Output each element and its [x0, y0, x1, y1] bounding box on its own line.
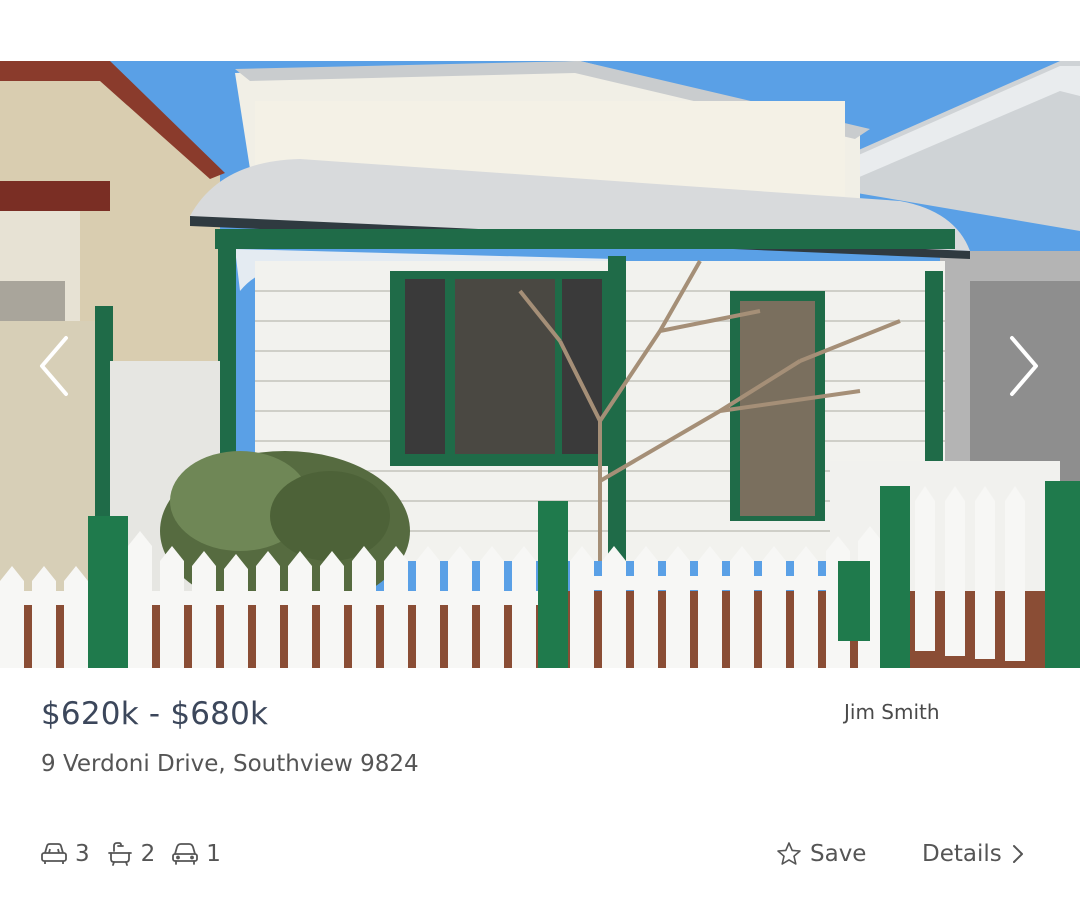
previous-photo-button[interactable]	[24, 331, 84, 401]
parking-count-value: 1	[206, 841, 221, 867]
bedroom-count: 3	[40, 841, 90, 867]
bath-icon	[107, 842, 132, 866]
bed-icon	[41, 843, 67, 864]
agent-name[interactable]: Jim Smith	[844, 700, 940, 724]
next-photo-button[interactable]	[994, 331, 1054, 401]
save-button[interactable]: Save	[776, 838, 866, 870]
property-features: 3 2 1	[40, 838, 237, 870]
bedroom-count-value: 3	[75, 841, 90, 867]
parking-count: 1	[171, 841, 221, 867]
listing-card: $620k - $680k Jim Smith 9 Verdoni Drive,…	[0, 0, 1080, 898]
chevron-right-icon	[1012, 845, 1023, 863]
bathroom-count-value: 2	[140, 841, 156, 867]
star-icon	[777, 842, 801, 865]
property-address: 9 Verdoni Drive, Southview 9824	[41, 751, 419, 777]
details-button[interactable]: Details	[922, 838, 1024, 870]
car-icon	[172, 843, 199, 865]
save-label: Save	[810, 841, 867, 867]
chevron-left-icon	[40, 336, 68, 396]
details-label: Details	[922, 841, 1002, 867]
bathroom-count: 2	[106, 841, 156, 867]
price-range: $620k - $680k	[41, 696, 269, 732]
house-photo-image	[0, 61, 1080, 668]
chevron-right-icon	[1010, 336, 1038, 396]
listing-photo[interactable]	[0, 61, 1080, 668]
